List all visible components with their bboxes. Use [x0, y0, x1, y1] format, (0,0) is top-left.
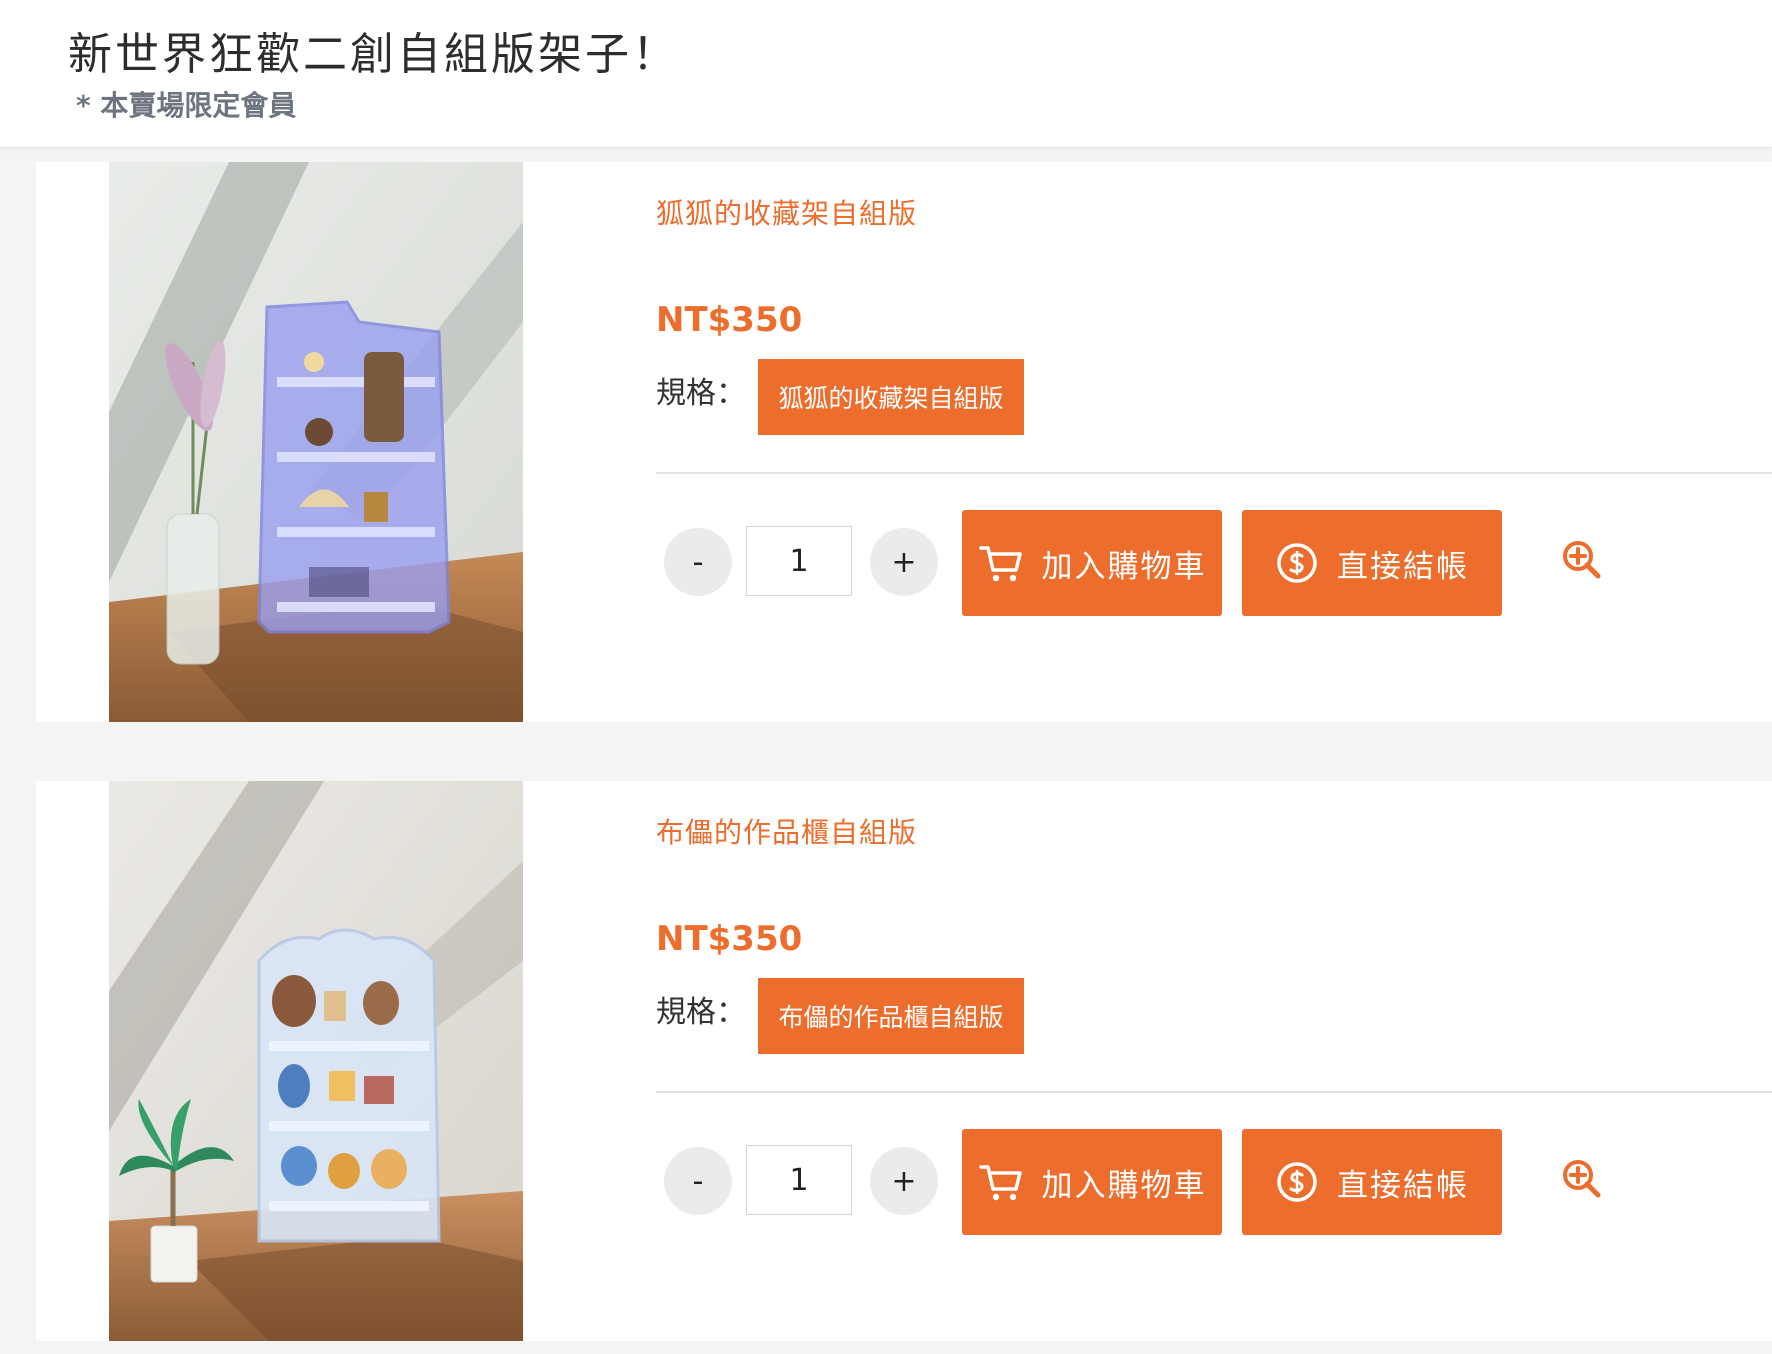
- product-name[interactable]: 狐狐的收藏架自組版: [656, 192, 917, 232]
- product-card: 布儡的作品櫃自組版 NT$350 規格： 布儡的作品櫃自組版 - + 加入購物車…: [36, 781, 1772, 1341]
- product-price: NT$350: [656, 919, 803, 959]
- dollar-icon: [1277, 1162, 1317, 1202]
- spec-option-button[interactable]: 布儡的作品櫃自組版: [758, 978, 1024, 1054]
- dollar-icon: [1277, 543, 1317, 583]
- product-price: NT$350: [656, 300, 803, 340]
- divider: [656, 472, 1772, 474]
- cart-icon: [978, 1165, 1022, 1201]
- add-to-cart-button[interactable]: 加入購物車: [962, 1129, 1222, 1235]
- zoom-in-icon[interactable]: [1560, 1157, 1604, 1201]
- zoom-in-icon[interactable]: [1560, 538, 1604, 582]
- divider: [656, 1091, 1772, 1093]
- spec-label: 規格：: [656, 376, 746, 411]
- product-name[interactable]: 布儡的作品櫃自組版: [656, 811, 917, 851]
- quantity-decrease-button[interactable]: -: [664, 1147, 732, 1215]
- members-only-note: * 本賣場限定會員: [76, 89, 297, 122]
- checkout-button[interactable]: 直接結帳: [1242, 510, 1502, 616]
- product-card: 狐狐的收藏架自組版 NT$350 規格： 狐狐的收藏架自組版 - + 加入購物車…: [36, 162, 1772, 722]
- checkout-label: 直接結帳: [1337, 1167, 1469, 1204]
- checkout-label: 直接結帳: [1337, 548, 1469, 585]
- page-title: 新世界狂歡二創自組版架子！: [68, 29, 679, 80]
- spec-option-button[interactable]: 狐狐的收藏架自組版: [758, 359, 1024, 435]
- spec-label: 規格：: [656, 995, 746, 1030]
- add-to-cart-button[interactable]: 加入購物車: [962, 510, 1222, 616]
- quantity-increase-button[interactable]: +: [870, 528, 938, 596]
- product-photo[interactable]: [109, 781, 523, 1341]
- page-header: 新世界狂歡二創自組版架子！ * 本賣場限定會員: [0, 0, 1772, 148]
- cart-icon: [978, 546, 1022, 582]
- quantity-decrease-button[interactable]: -: [664, 528, 732, 596]
- checkout-button[interactable]: 直接結帳: [1242, 1129, 1502, 1235]
- product-photo[interactable]: [109, 162, 523, 722]
- add-to-cart-label: 加入購物車: [1041, 548, 1207, 585]
- quantity-input[interactable]: [746, 1145, 852, 1215]
- quantity-input[interactable]: [746, 526, 852, 596]
- quantity-increase-button[interactable]: +: [870, 1147, 938, 1215]
- add-to-cart-label: 加入購物車: [1041, 1167, 1207, 1204]
